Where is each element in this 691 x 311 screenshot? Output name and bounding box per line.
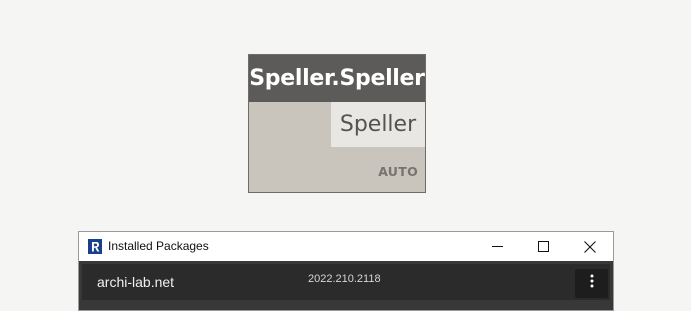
maximize-button[interactable] — [520, 232, 566, 261]
minimize-icon — [491, 241, 503, 252]
close-button[interactable] — [567, 232, 613, 261]
minimize-button[interactable] — [474, 232, 520, 261]
package-menu-button[interactable] — [575, 269, 608, 298]
package-row[interactable]: archi-lab.net 2022.210.2118 — [82, 264, 610, 300]
revit-logo-icon — [88, 239, 102, 254]
package-list: archi-lab.net 2022.210.2118 — [79, 261, 613, 310]
installed-packages-window: Installed Packages archi-lab.net 2022.21… — [78, 231, 614, 311]
title-bar[interactable]: Installed Packages — [79, 232, 613, 261]
node-title[interactable]: Speller.Speller — [249, 55, 425, 102]
lacing-indicator: AUTO — [378, 164, 418, 179]
package-name: archi-lab.net — [97, 274, 175, 290]
speller-node[interactable]: Speller.Speller Speller AUTO — [248, 54, 426, 193]
package-version: 2022.210.2118 — [308, 273, 381, 285]
more-vertical-icon — [590, 274, 594, 293]
window-title: Installed Packages — [108, 239, 209, 253]
maximize-icon — [537, 241, 549, 252]
close-icon — [584, 240, 596, 253]
output-port-speller[interactable]: Speller — [331, 102, 425, 147]
